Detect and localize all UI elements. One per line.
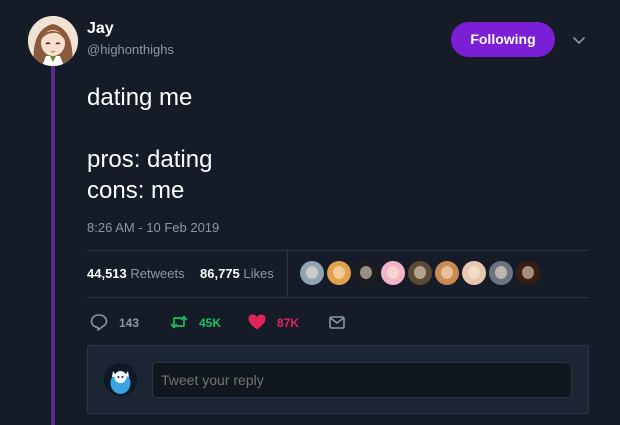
retweets-count: 44,513 [87,266,127,281]
author-name[interactable]: Jay [87,20,114,38]
like-count: 87K [277,316,300,330]
tweet-timestamp[interactable]: 8:26 AM - 10 Feb 2019 [87,220,219,235]
liker-avatar-1[interactable] [300,261,324,285]
tweet-text: dating me pros: dating cons: me [87,82,587,206]
liker-avatar-5[interactable] [408,261,432,285]
liker-face [495,266,507,279]
liker-avatar-2[interactable] [327,261,351,285]
liker-avatar-4[interactable] [381,261,405,285]
liker-face [468,266,480,279]
retweets-label: Retweets [130,266,185,281]
reply-composer [87,345,589,414]
liker-face [441,266,453,279]
liker-face [360,266,372,279]
liker-avatar-3[interactable] [354,261,378,285]
likes-count: 86,775 [200,266,240,281]
likes-stat[interactable]: 86,775 Likes [200,266,274,281]
stats-separator [287,251,288,297]
liker-face [387,266,399,279]
liker-face [522,266,534,279]
liker-avatar-9[interactable] [516,261,540,285]
liker-face [333,266,345,279]
author-avatar[interactable] [28,16,78,66]
liker-avatar-6[interactable] [435,261,459,285]
envelope-icon [329,316,345,329]
tweet-line: cons: me [87,177,185,204]
liker-face [414,266,426,279]
following-button[interactable]: Following [451,22,555,57]
likes-label: Likes [243,266,274,281]
avatar-illustration-icon [28,16,78,66]
heart-icon [248,314,266,330]
liker-face [306,266,318,279]
retweet-icon [170,315,188,329]
reply-icon [90,314,108,331]
liker-avatar-7[interactable] [462,261,486,285]
reply-input[interactable] [152,362,572,398]
tweet-page: Jay @highonthighs Following dating me pr… [0,0,620,425]
tweet-line [87,113,587,144]
liker-avatar-8[interactable] [489,261,513,285]
tweet-actions: 143 45K 87K [87,307,589,335]
reply-count: 143 [119,316,140,330]
retweet-count: 45K [199,316,222,330]
current-user-avatar-icon [104,363,137,396]
divider [87,297,589,298]
engagement-stats: 44,513 Retweets 86,775 Likes [87,251,589,297]
chevron-down-icon[interactable] [570,31,588,49]
current-user-avatar[interactable] [104,363,137,396]
tweet-line: dating me [87,84,193,111]
retweets-stat[interactable]: 44,513 Retweets [87,266,185,281]
author-handle[interactable]: @highonthighs [87,42,174,57]
tweet-line: pros: dating [87,146,213,173]
thread-line [51,62,55,425]
